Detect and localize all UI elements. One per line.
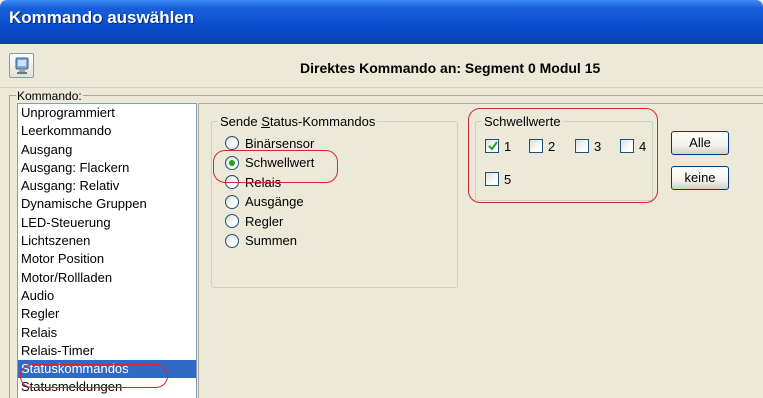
target-header: Direktes Kommando an: Segment 0 Modul 15: [300, 60, 601, 76]
schwellwert-checkbox[interactable]: 5: [485, 170, 511, 188]
status-option-label: Binärsensor: [245, 135, 315, 151]
command-list[interactable]: Unprogrammiert Leerkommando Ausgang Ausgang…: [17, 103, 197, 398]
schwellwert-checkbox[interactable]: 1: [485, 137, 511, 155]
schwellwerte-group: [475, 121, 653, 201]
status-option-radio[interactable]: Regler: [225, 212, 283, 230]
status-option-label: Relais: [245, 174, 282, 190]
command-list-item[interactable]: Dynamische Gruppen: [18, 195, 196, 213]
status-option-radio[interactable]: Summen: [225, 232, 297, 250]
status-option-radio[interactable]: Ausgänge: [225, 193, 304, 211]
checkbox-icon[interactable]: [620, 139, 634, 153]
radio-circle-icon[interactable]: [225, 175, 239, 189]
command-list-item[interactable]: Leerkommando: [18, 122, 196, 140]
radio-circle-icon[interactable]: [225, 136, 239, 150]
schwellwert-label: 5: [504, 171, 512, 187]
status-option-label: Schwellwert: [245, 155, 315, 170]
radio-circle-icon[interactable]: [225, 214, 239, 228]
check-mark-icon: [488, 141, 498, 151]
command-list-item[interactable]: LED-Steuerung: [18, 214, 196, 232]
status-option-radio[interactable]: Binärsensor: [225, 134, 314, 152]
radio-circle-icon[interactable]: [225, 233, 239, 248]
none-button[interactable]: keine: [671, 166, 729, 190]
schwellwert-checkbox[interactable]: 3: [575, 137, 601, 155]
command-list-item[interactable]: Ausgang: [18, 141, 196, 159]
command-list-item[interactable]: Statuskommandos: [18, 360, 196, 379]
schwellwert-label: 3: [594, 138, 602, 154]
command-list-item[interactable]: Lichtszenen: [18, 232, 196, 250]
status-option-radio[interactable]: Relais: [225, 173, 281, 191]
status-option-label: Ausgänge: [245, 194, 304, 209]
command-list-item[interactable]: Relais: [18, 324, 196, 342]
status-group-legend: Sende Status-Kommandos: [218, 114, 378, 129]
monitor-icon-button[interactable]: [9, 53, 34, 78]
checkbox-icon[interactable]: [529, 139, 543, 153]
window-title: Kommando auswählen: [9, 8, 195, 27]
command-list-item[interactable]: Regler: [18, 305, 196, 323]
schwellwert-label: 1: [504, 138, 512, 154]
checkbox-icon[interactable]: [575, 139, 589, 153]
schwellwert-label: 4: [639, 138, 647, 154]
checkbox-icon[interactable]: [485, 172, 499, 186]
command-list-item[interactable]: Relais-Timer: [18, 342, 196, 360]
command-list-item[interactable]: Statusmeldungen: [18, 378, 196, 396]
header-row: Direktes Kommando an: Segment 0 Modul 15: [0, 44, 763, 88]
status-option-label: Regler: [245, 213, 284, 229]
command-list-item[interactable]: Motor Position: [18, 250, 196, 268]
command-list-item[interactable]: Motor/Rollladen: [18, 269, 196, 287]
all-button[interactable]: Alle: [671, 131, 729, 155]
command-list-item[interactable]: Ausgang: Relativ: [18, 177, 196, 195]
radio-circle-icon[interactable]: [225, 155, 239, 170]
schwellwert-checkbox[interactable]: 2: [529, 137, 555, 155]
command-list-item[interactable]: Audio: [18, 287, 196, 305]
kommando-label: Kommando:: [16, 89, 83, 103]
radio-circle-icon[interactable]: [225, 194, 239, 209]
schwellwert-label: 2: [548, 138, 556, 154]
monitor-icon: [15, 57, 29, 74]
command-list-item[interactable]: Ausgang: Flackern: [18, 159, 196, 177]
checkbox-icon[interactable]: [485, 139, 499, 153]
command-list-item[interactable]: Unprogrammiert: [18, 104, 196, 122]
status-option-radio[interactable]: Schwellwert: [225, 154, 314, 172]
schwellwerte-legend: Schwellwerte: [482, 114, 563, 129]
title-bar: Kommando auswählen: [0, 0, 763, 44]
status-option-label: Summen: [245, 233, 298, 248]
schwellwert-checkbox[interactable]: 4: [620, 137, 646, 155]
content-panel: Sende Status-Kommandos Binärsensor Schwel…: [198, 103, 763, 398]
